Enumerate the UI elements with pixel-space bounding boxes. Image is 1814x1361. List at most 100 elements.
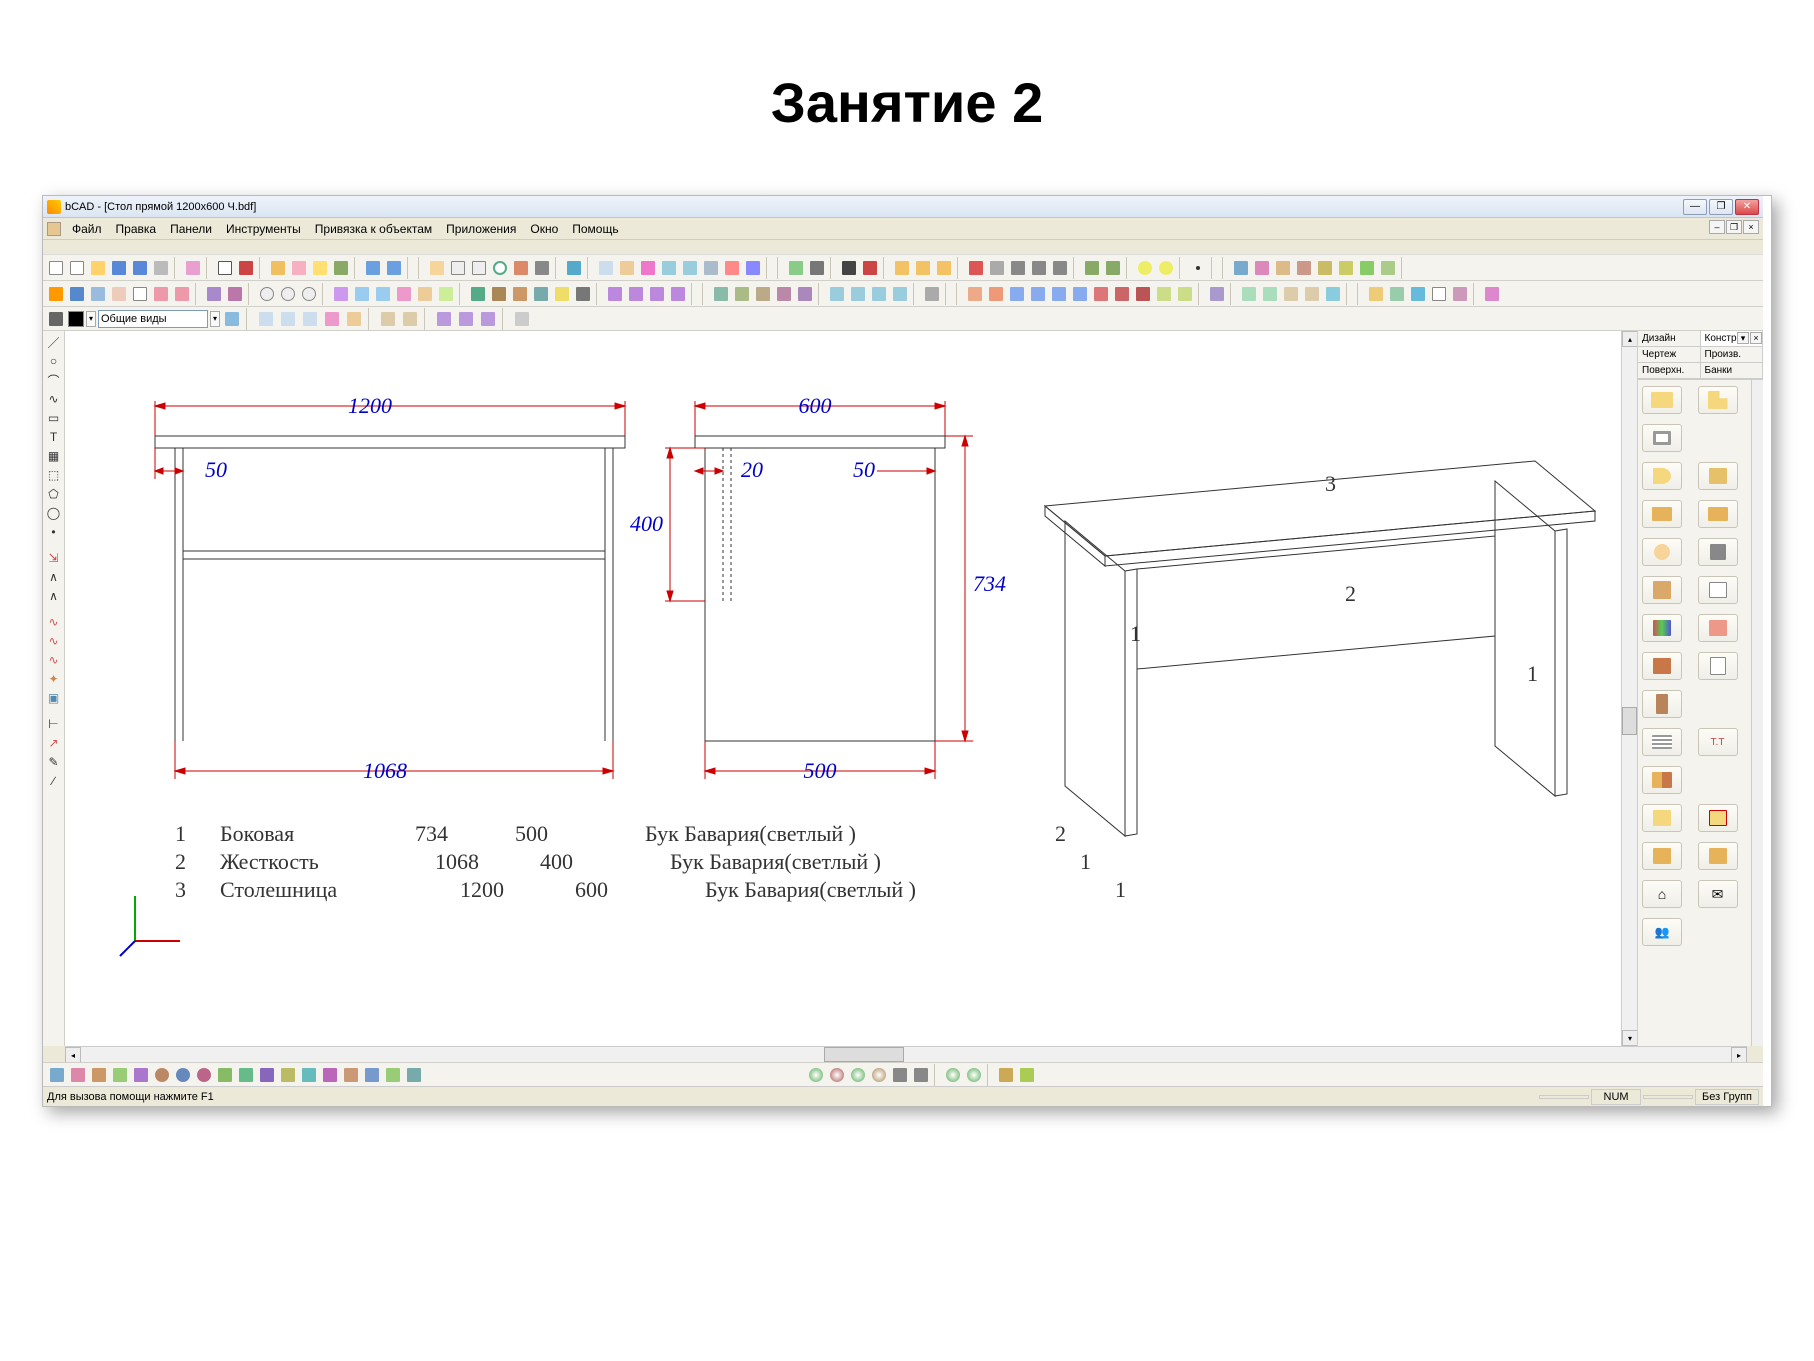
cube3-icon[interactable] — [373, 284, 393, 304]
bolt-icon[interactable] — [331, 258, 351, 278]
move-tool-icon[interactable]: ⇲ — [44, 549, 64, 567]
select-rect-icon[interactable]: ⬚ — [44, 466, 64, 484]
v10-icon[interactable] — [1154, 284, 1174, 304]
zoom-in-icon[interactable] — [448, 258, 468, 278]
ellipse-tool-icon[interactable]: ◯ — [44, 504, 64, 522]
scroll-right-icon[interactable]: ▸ — [1731, 1047, 1747, 1063]
panel-lshape-icon[interactable] — [1698, 386, 1738, 414]
bt-2-icon[interactable] — [68, 1065, 88, 1085]
save-all-icon[interactable] — [130, 258, 150, 278]
paste-icon[interactable] — [617, 258, 637, 278]
menu-edit[interactable]: Правка — [109, 220, 164, 238]
t2-icon[interactable] — [848, 284, 868, 304]
view-dropdown[interactable]: Общие виды — [98, 310, 208, 328]
y2-icon[interactable] — [1156, 258, 1176, 278]
mh1-icon[interactable] — [605, 284, 625, 304]
wave1-icon[interactable]: ∿ — [44, 613, 64, 631]
arc-tool-icon[interactable]: ⌒ — [44, 371, 64, 389]
panel-rect-icon[interactable] — [1642, 386, 1682, 414]
panel-drawer2-icon[interactable] — [1698, 500, 1738, 528]
bt-4-icon[interactable] — [110, 1065, 130, 1085]
open-icon[interactable] — [88, 258, 108, 278]
undo-icon[interactable] — [363, 258, 383, 278]
s3-icon[interactable] — [753, 284, 773, 304]
mm3-icon[interactable] — [478, 309, 498, 329]
bt-7-icon[interactable] — [173, 1065, 193, 1085]
scroll-thumb-h[interactable] — [824, 1047, 904, 1062]
v5p-icon[interactable] — [344, 309, 364, 329]
panel-people-icon[interactable]: 👥 — [1642, 918, 1682, 946]
mm2-icon[interactable] — [456, 309, 476, 329]
y1-icon[interactable] — [1135, 258, 1155, 278]
iso2-icon[interactable] — [400, 309, 420, 329]
export-icon[interactable] — [183, 258, 203, 278]
v11-icon[interactable] — [1175, 284, 1195, 304]
bt-1-icon[interactable] — [47, 1065, 67, 1085]
v8-icon[interactable] — [1112, 284, 1132, 304]
text-tool-icon[interactable]: T — [44, 428, 64, 446]
bt-11-icon[interactable] — [257, 1065, 277, 1085]
x3-icon[interactable] — [1281, 284, 1301, 304]
line3-icon[interactable] — [1050, 258, 1070, 278]
view-icon[interactable] — [489, 284, 509, 304]
bt-18-icon[interactable] — [404, 1065, 424, 1085]
cube4-icon[interactable] — [394, 284, 414, 304]
clipboard-icon[interactable] — [638, 258, 658, 278]
folder2-icon[interactable] — [913, 258, 933, 278]
scroll-thumb-v[interactable] — [1622, 707, 1637, 735]
bt-14-icon[interactable] — [320, 1065, 340, 1085]
r2-p1-icon[interactable] — [204, 284, 224, 304]
sun-icon[interactable] — [552, 284, 572, 304]
r2-grid-icon[interactable] — [88, 284, 108, 304]
v9-icon[interactable] — [1133, 284, 1153, 304]
up2-icon[interactable]: ∧ — [44, 587, 64, 605]
target-icon[interactable] — [860, 258, 880, 278]
horizontal-scrollbar[interactable]: ◂ ▸ — [65, 1046, 1747, 1062]
v2p-icon[interactable] — [278, 309, 298, 329]
bt-13-icon[interactable] — [299, 1065, 319, 1085]
s4-icon[interactable] — [774, 284, 794, 304]
zoom-in2-icon[interactable] — [299, 284, 319, 304]
mdi-close[interactable]: × — [1743, 220, 1759, 234]
r2-2-icon[interactable] — [67, 284, 87, 304]
panel-tt-icon[interactable]: T.T — [1698, 728, 1738, 756]
r2-box-icon[interactable] — [109, 284, 129, 304]
new-icon[interactable] — [46, 258, 66, 278]
new2-icon[interactable] — [67, 258, 87, 278]
array-icon[interactable] — [743, 258, 763, 278]
line2-icon[interactable] — [1029, 258, 1049, 278]
page-icon[interactable] — [1429, 284, 1449, 304]
render-icon[interactable] — [1366, 284, 1386, 304]
v1p-icon[interactable] — [256, 309, 276, 329]
redo-icon[interactable] — [384, 258, 404, 278]
panel-frame-icon[interactable] — [1642, 424, 1682, 452]
panel-shelf-icon[interactable] — [1698, 576, 1738, 604]
mh4-icon[interactable] — [668, 284, 688, 304]
grid2-icon[interactable] — [512, 309, 532, 329]
tab-drawing[interactable]: Чертеж — [1638, 347, 1701, 363]
wave2-icon[interactable]: ∿ — [44, 632, 64, 650]
panel-list-icon[interactable] — [1698, 652, 1738, 680]
mdi-restore[interactable]: ❐ — [1726, 220, 1742, 234]
vertical-scrollbar[interactable]: ▴ ▾ — [1621, 331, 1637, 1046]
panel-mail-icon[interactable]: ✉ — [1698, 880, 1738, 908]
menu-file[interactable]: Файл — [65, 220, 109, 238]
u1-icon[interactable] — [922, 284, 942, 304]
bt-10-icon[interactable] — [236, 1065, 256, 1085]
dim1-icon[interactable]: ⊢ — [44, 715, 64, 733]
scroll-left-icon[interactable]: ◂ — [65, 1047, 81, 1063]
up1-icon[interactable]: ∧ — [44, 568, 64, 586]
dim3-icon[interactable]: ✎ — [44, 753, 64, 771]
panel-tools-icon[interactable] — [1698, 538, 1738, 566]
v5-icon[interactable] — [1049, 284, 1069, 304]
menu-tools[interactable]: Инструменты — [219, 220, 308, 238]
panel-curved-icon[interactable] — [1642, 462, 1682, 490]
bt-sph6-icon[interactable] — [911, 1065, 931, 1085]
cube5-icon[interactable] — [415, 284, 435, 304]
bt-17-icon[interactable] — [383, 1065, 403, 1085]
dot-icon[interactable] — [1188, 258, 1208, 278]
img-icon[interactable]: ▣ — [44, 689, 64, 707]
r2-l2-icon[interactable] — [172, 284, 192, 304]
panel-hand-icon[interactable] — [1642, 538, 1682, 566]
mat2-icon[interactable] — [1252, 258, 1272, 278]
